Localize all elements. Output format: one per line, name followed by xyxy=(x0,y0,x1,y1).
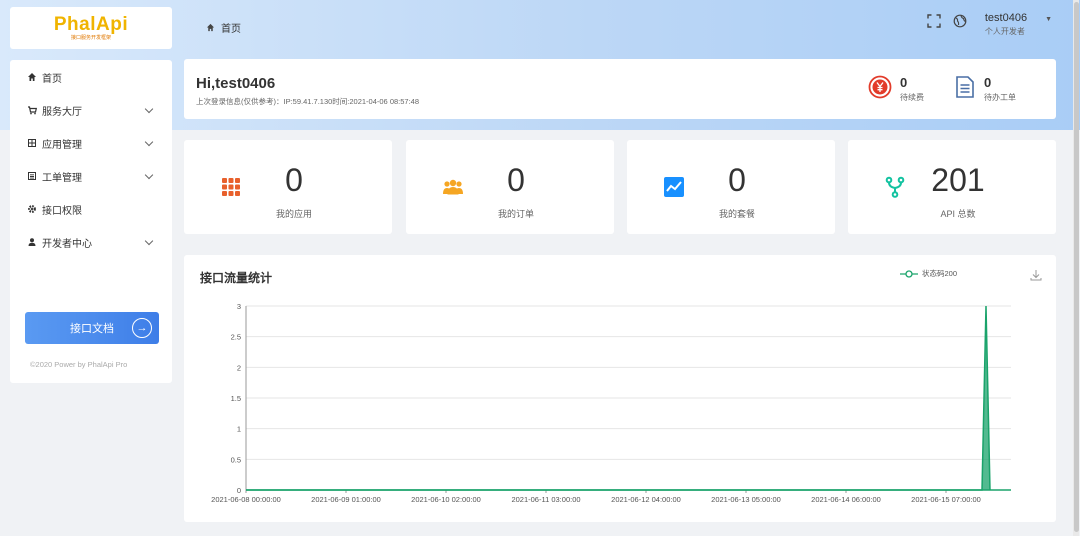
fullscreen-icon[interactable] xyxy=(927,14,941,28)
sidebar-item-app-management[interactable]: 应用管理 xyxy=(10,128,172,158)
scrollbar-thumb[interactable] xyxy=(1074,2,1079,532)
pending-payment-label: 待续费 xyxy=(900,93,924,102)
yen-icon xyxy=(868,75,892,99)
x-tick-label: 2021-06-10 02:00:00 xyxy=(411,495,481,504)
api-docs-button[interactable]: 接口文档 → xyxy=(25,312,159,344)
x-tick-label: 2021-06-12 04:00:00 xyxy=(611,495,681,504)
user-role: 个人开发者 xyxy=(984,27,1025,36)
header-toolbar: test0406 个人开发者 ▼ xyxy=(927,12,1052,38)
sidebar-item-label: 工单管理 xyxy=(42,172,82,184)
y-tick-label: 0.5 xyxy=(231,455,241,464)
grid-icon xyxy=(28,139,36,147)
stat-value: 201 xyxy=(931,162,985,198)
sidebar-item-developer-center[interactable]: 开发者中心 xyxy=(10,227,172,257)
x-tick-label: 2021-06-13 05:00:00 xyxy=(711,495,781,504)
welcome-title: Hi,test0406 xyxy=(196,75,276,92)
breadcrumb[interactable]: 首页 xyxy=(206,20,241,35)
api-docs-label: 接口文档 xyxy=(70,323,114,335)
y-tick-label: 2.5 xyxy=(231,333,241,342)
people-icon xyxy=(443,179,463,195)
chevron-down-icon xyxy=(144,170,154,180)
home-icon xyxy=(206,23,215,32)
x-tick-label: 2021-06-15 07:00:00 xyxy=(911,495,981,504)
pending-payment-stat[interactable]: 0 待续费 xyxy=(868,75,924,103)
stat-card-my-orders[interactable]: 0 我的订单 xyxy=(406,140,614,234)
stat-card-my-apps[interactable]: 0 我的应用 xyxy=(184,140,392,234)
sidebar-item-service-hall[interactable]: 服务大厅 xyxy=(10,95,172,125)
stat-card-my-packages[interactable]: 0 我的套餐 xyxy=(627,140,835,234)
chart-title: 接口流量统计 xyxy=(200,271,273,285)
chevron-down-icon xyxy=(144,104,154,114)
y-tick-label: 3 xyxy=(237,302,241,311)
cart-icon xyxy=(28,106,38,115)
traffic-chart: 0 0.5 1 1.5 2 2.5 3 2021-06-08 00:00:00 2021-06-… xyxy=(211,302,1011,504)
legend-label: 状态码200 xyxy=(922,269,958,278)
x-tick-label: 2021-06-09 01:00:00 xyxy=(311,495,381,504)
stat-value: 0 xyxy=(285,162,303,198)
caret-down-icon[interactable]: ▼ xyxy=(1045,16,1052,23)
home-icon xyxy=(28,73,36,81)
welcome-panel: Hi,test0406 上次登录信息(仅供参考)：IP:59.41.7.130时… xyxy=(184,59,1056,119)
y-tick-label: 0 xyxy=(237,486,241,495)
pending-ticket-count: 0 xyxy=(984,75,992,90)
y-tick-label: 2 xyxy=(237,363,241,372)
stat-label: 我的订单 xyxy=(497,209,534,219)
chevron-down-icon xyxy=(144,236,154,246)
stat-label: 我的应用 xyxy=(275,209,312,219)
sidebar-item-api-permission[interactable]: 接口权限 xyxy=(10,194,172,224)
x-tick-label: 2021-06-11 03:00:00 xyxy=(511,495,580,504)
arrow-right-icon: → xyxy=(132,318,152,338)
gear-icon xyxy=(28,205,36,213)
breadcrumb-home: 首页 xyxy=(221,24,241,35)
globe-icon[interactable] xyxy=(953,14,967,28)
chart-legend[interactable]: 状态码200 xyxy=(900,268,957,279)
user-icon xyxy=(28,238,36,246)
sidebar-item-label: 接口权限 xyxy=(42,205,82,217)
pending-payment-count: 0 xyxy=(900,75,908,90)
user-menu[interactable]: test0406 个人开发者 xyxy=(985,12,1027,38)
traffic-chart-panel: 0 0.5 1 1.5 2 2.5 3 2021-06-08 00:00:00 2021-06-… xyxy=(184,255,1056,522)
y-tick-label: 1.5 xyxy=(231,394,241,403)
logo-subtitle: 接口服务开发框架 xyxy=(70,34,111,41)
copyright: ©2020 Power by PhalApi Pro xyxy=(30,360,128,369)
stat-card-api-total[interactable]: 201 API 总数 xyxy=(848,140,1056,234)
sidebar-item-label: 首页 xyxy=(42,73,62,85)
sidebar-item-ticket-management[interactable]: 工单管理 xyxy=(10,161,172,191)
document-icon xyxy=(956,76,974,98)
list-icon xyxy=(28,172,36,180)
pending-ticket-label: 待办工单 xyxy=(984,93,1016,102)
sidebar-item-label: 开发者中心 xyxy=(42,238,92,250)
logo-text: PhalApi xyxy=(53,13,129,35)
sidebar-item-label: 应用管理 xyxy=(42,139,82,151)
x-tick-label: 2021-06-08 00:00:00 xyxy=(211,495,281,504)
stat-value: 0 xyxy=(728,162,746,198)
last-login-info: 上次登录信息(仅供参考)：IP:59.41.7.130时间:2021-04-06… xyxy=(196,97,420,106)
apps-grid-icon xyxy=(222,178,240,196)
sidebar: 首页 服务大厅 应用管理 工单管理 接口权限 开发者中心 接口文档 → ©202… xyxy=(10,60,172,383)
sidebar-item-label: 服务大厅 xyxy=(42,106,82,118)
stat-label: 我的套餐 xyxy=(718,209,755,219)
stat-label: API 总数 xyxy=(940,209,976,219)
legend-marker-icon xyxy=(900,269,918,278)
sidebar-item-home[interactable]: 首页 xyxy=(10,62,172,92)
pending-ticket-stat[interactable]: 0 待办工单 xyxy=(954,75,1016,103)
x-tick-label: 2021-06-14 06:00:00 xyxy=(811,495,881,504)
fork-icon xyxy=(885,176,905,198)
user-name: test0406 xyxy=(984,12,1028,24)
logo[interactable]: PhalApi 接口服务开发框架 xyxy=(10,7,172,49)
download-icon[interactable] xyxy=(1030,269,1042,281)
stat-value: 0 xyxy=(507,162,525,198)
y-tick-label: 1 xyxy=(237,425,241,434)
trend-chart-icon xyxy=(664,177,684,197)
chevron-down-icon xyxy=(144,137,154,147)
